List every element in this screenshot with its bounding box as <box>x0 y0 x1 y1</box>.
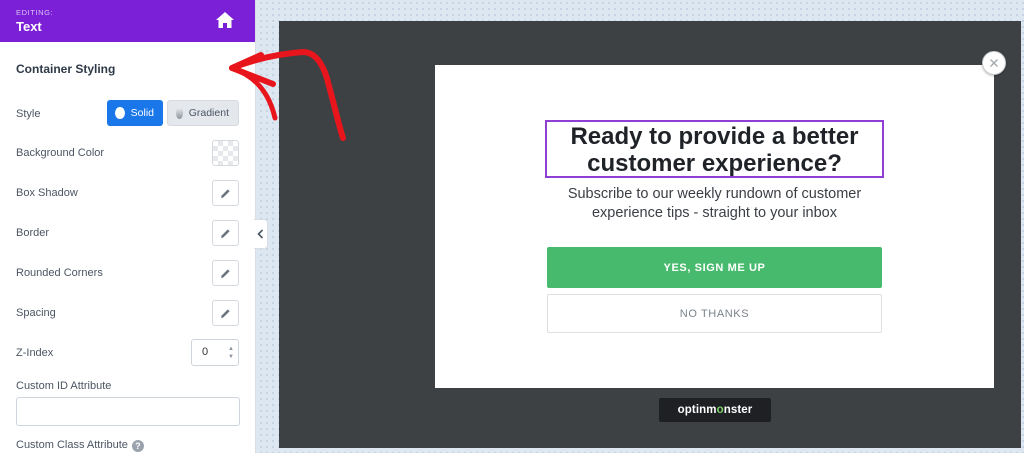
solid-icon <box>115 107 125 119</box>
pencil-icon <box>221 268 230 278</box>
popup-headline[interactable]: Ready to provide a better customer exper… <box>547 122 882 177</box>
close-icon[interactable] <box>982 51 1006 75</box>
pencil-icon <box>221 188 230 198</box>
custom-class-row: Custom Class Attribute? <box>16 439 144 452</box>
headline-selection[interactable]: Ready to provide a better customer exper… <box>545 120 884 178</box>
background-color-label: Background Color <box>16 147 105 159</box>
brand-prefix: optinm <box>677 404 717 416</box>
editing-label: EDITING: <box>16 8 54 17</box>
section-title: Container Styling <box>16 62 116 76</box>
custom-id-label: Custom ID Attribute <box>16 380 112 392</box>
brand-mid: o <box>716 404 724 416</box>
chevron-left-icon <box>257 229 264 239</box>
solid-label: Solid <box>130 107 154 119</box>
optinmonster-badge[interactable]: optinm o nster <box>659 398 771 422</box>
gradient-icon <box>176 107 183 119</box>
home-icon[interactable] <box>215 11 235 29</box>
z-index-value: 0 <box>202 346 209 358</box>
custom-id-input[interactable] <box>16 397 240 426</box>
spacing-edit-button[interactable] <box>212 300 239 326</box>
custom-class-label: Custom Class Attribute <box>16 439 128 451</box>
style-label: Style <box>16 108 41 120</box>
box-shadow-label: Box Shadow <box>16 187 78 199</box>
z-index-label: Z-Index <box>16 347 54 359</box>
help-icon[interactable]: ? <box>131 440 144 452</box>
editing-element-name: Text <box>16 19 42 34</box>
editor-sidebar: EDITING: Text Container Styling Style So… <box>0 0 256 453</box>
z-index-input[interactable]: 0 ▲ ▼ <box>191 339 239 366</box>
rounded-corners-edit-button[interactable] <box>212 260 239 286</box>
stepper-arrows-icon[interactable]: ▲ ▼ <box>228 345 234 361</box>
popup-preview <box>435 65 994 388</box>
sidebar-header: EDITING: Text <box>0 0 255 42</box>
border-label: Border <box>16 227 50 239</box>
border-edit-button[interactable] <box>212 220 239 246</box>
gradient-label: Gradient <box>188 107 229 119</box>
no-thanks-button[interactable]: NO THANKS <box>547 294 882 333</box>
style-toggle-group: Solid Gradient <box>107 100 239 126</box>
collapse-sidebar-button[interactable] <box>254 219 268 249</box>
rounded-corners-label: Rounded Corners <box>16 267 103 279</box>
background-color-swatch[interactable] <box>212 140 239 166</box>
box-shadow-edit-button[interactable] <box>212 180 239 206</box>
brand-suffix: nster <box>723 404 753 416</box>
pencil-icon <box>221 228 230 238</box>
signup-button[interactable]: YES, SIGN ME UP <box>547 247 882 288</box>
style-gradient-button[interactable]: Gradient <box>167 100 239 126</box>
popup-subtext[interactable]: Subscribe to our weekly rundown of custo… <box>547 185 882 223</box>
style-solid-button[interactable]: Solid <box>107 100 163 126</box>
spacing-label: Spacing <box>16 307 56 319</box>
pencil-icon <box>221 308 230 318</box>
